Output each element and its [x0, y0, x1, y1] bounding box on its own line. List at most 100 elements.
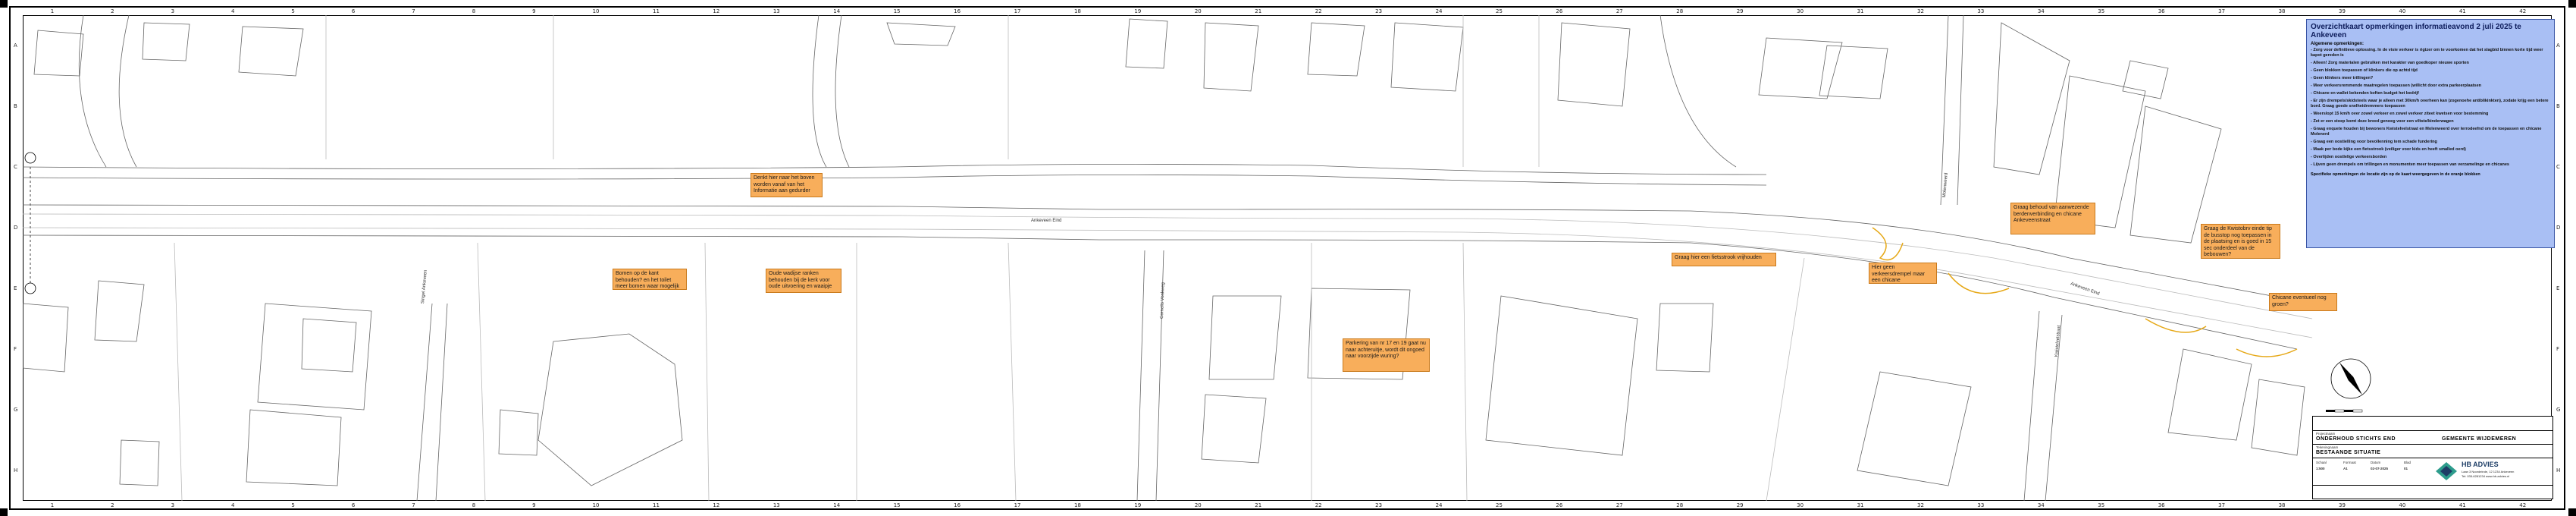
- title-block: Projectnaam ONDERHOUD STICHTS END GEMEEN…: [2312, 416, 2553, 499]
- buildings-north: [1307, 22, 1631, 107]
- grid-number: 12: [713, 8, 720, 14]
- grid-number: 36: [2158, 502, 2165, 508]
- grid-number: 25: [1496, 502, 1503, 508]
- curve-street-right: [1659, 15, 1737, 168]
- buildings-south: [246, 303, 372, 486]
- grid-number: 22: [1315, 502, 1322, 508]
- grid-number: 30: [1797, 8, 1804, 14]
- grid-number: 42: [2519, 8, 2527, 14]
- grid-letter: H: [14, 467, 18, 474]
- marker-circle: [24, 152, 36, 164]
- legend-item: - Meer verkeersremmende maatregelen toep…: [2311, 83, 2481, 88]
- grid-number: 11: [653, 8, 660, 14]
- drawing-name: BESTAANDE SITUATIE: [2316, 450, 2381, 455]
- date-value: 02-07-2025: [2371, 467, 2389, 470]
- comment-note: Oude wadijse ranken behouden bij de kerk…: [766, 269, 841, 293]
- sheet-label: Blad: [2404, 461, 2411, 464]
- grid-number: 34: [2037, 502, 2045, 508]
- north-path: [23, 164, 1767, 175]
- format-value: A1: [2343, 467, 2348, 470]
- road-label-main: Ankeveen Eind: [1031, 219, 1062, 223]
- grid-letter: C: [14, 164, 17, 170]
- legend-item: - Zet er een stoep komt deze breed genoe…: [2311, 119, 2454, 124]
- grid-number: 18: [1074, 502, 1081, 508]
- legend-item: - Weerslopt 15 km/h over zowel verkeer e…: [2311, 112, 2489, 116]
- grid-number: 28: [1676, 502, 1684, 508]
- grid-number: 35: [2098, 8, 2105, 14]
- comment-note: Bomen op de kant behouden? en het toilet…: [613, 269, 687, 290]
- legend-item: - Graag een oostielling voor bevollennin…: [2311, 140, 2437, 144]
- grid-number: 39: [2339, 502, 2346, 508]
- grid-number: 40: [2399, 502, 2406, 508]
- grid-number: 8: [472, 8, 476, 14]
- company-logo: HB ADVIES Laan 3 Noordeinde, 12 1234 Ank…: [2434, 459, 2548, 483]
- grid-number: 39: [2339, 8, 2346, 14]
- grid-number: 19: [1134, 8, 1142, 14]
- grid-number: 2: [111, 502, 114, 508]
- legend-item: - Alleen! Zorg materialen gebruiken met …: [2311, 61, 2469, 65]
- buildings-north: [886, 18, 1259, 92]
- grid-number: 17: [1014, 502, 1021, 508]
- grid-number: 14: [833, 8, 841, 14]
- legend-item: - Er zijn drempels/skidsteels waar je al…: [2311, 99, 2549, 109]
- grid-number: 15: [893, 8, 901, 14]
- grid-number: 12: [713, 502, 720, 508]
- grid-number: 9: [532, 502, 536, 508]
- grid-number: 13: [772, 8, 780, 14]
- grid-number: 18: [1074, 8, 1081, 14]
- grid-number: 41: [2458, 502, 2466, 508]
- grid-number: 28: [1676, 8, 1684, 14]
- grid-number: 20: [1194, 8, 1202, 14]
- grid-letter: C: [2556, 164, 2560, 170]
- legend-item: - Geen blokken toepassen of klinkers die…: [2311, 68, 2418, 73]
- side-street-mid: [1136, 250, 1164, 501]
- drawing-label: Tekeningnaam: [2316, 445, 2339, 449]
- grid-number: 36: [2158, 8, 2165, 14]
- corner-mark: [2568, 0, 2576, 8]
- grid-letter: F: [2556, 346, 2560, 352]
- grid-letter: A: [14, 42, 17, 49]
- grid-number: 29: [1736, 502, 1744, 508]
- grid-number: 5: [291, 502, 295, 508]
- grid-letter: D: [14, 225, 18, 231]
- grid-letter: E: [14, 285, 17, 291]
- sheet-value: 01: [2404, 467, 2408, 470]
- grid-number: 9: [532, 8, 536, 14]
- north-arrow-icon: [2330, 358, 2371, 399]
- grid-number: 35: [2098, 502, 2105, 508]
- grid-number: 23: [1375, 502, 1383, 508]
- comment-note: Graag hier een fietsstrook vrijhouden: [1672, 253, 1776, 266]
- grid-number: 13: [772, 502, 780, 508]
- grid-number: 34: [2037, 8, 2045, 14]
- grid-number: 29: [1736, 8, 1744, 14]
- grid-number: 37: [2218, 8, 2226, 14]
- grid-number: 15: [893, 502, 901, 508]
- scale-bar-graphic: [2326, 409, 2363, 413]
- grid-number: 2: [111, 8, 114, 14]
- scale-value: 1:500: [2316, 467, 2325, 470]
- legend-subtitle: Algemene opmerkingen:: [2311, 42, 2364, 46]
- grid-number: 16: [954, 8, 961, 14]
- grid-number: 1: [50, 8, 55, 14]
- road-lane: [23, 213, 2313, 319]
- grid-number: 6: [351, 8, 356, 14]
- comment-note: Graag de Kwistobrv einde tip de busstop …: [2201, 224, 2280, 259]
- grid-number: 30: [1797, 502, 1804, 508]
- grid-letter: B: [14, 103, 17, 109]
- grid-number: 38: [2278, 502, 2286, 508]
- grid-letter: B: [2556, 103, 2560, 109]
- grid-number: 21: [1255, 8, 1262, 14]
- grid-number: 24: [1435, 8, 1443, 14]
- company-address: Laan 3 Noordeinde, 12 1234 Ankeveen: [2462, 470, 2515, 474]
- company-contact: Tel: 035-6281234 www.hb-advies.nl: [2462, 474, 2510, 478]
- side-street-left: [416, 303, 448, 501]
- corner-mark: [0, 0, 8, 8]
- legend-title: Overzichtkaart opmerkingen informatieavo…: [2311, 23, 2521, 39]
- grid-number: 37: [2218, 502, 2226, 508]
- grid-letter: A: [2556, 42, 2560, 49]
- grid-number: 4: [231, 502, 235, 508]
- grid-number: 7: [412, 502, 415, 508]
- grid-number: 19: [1134, 502, 1142, 508]
- scale-bar: [2326, 408, 2371, 415]
- curve-street: [812, 15, 850, 168]
